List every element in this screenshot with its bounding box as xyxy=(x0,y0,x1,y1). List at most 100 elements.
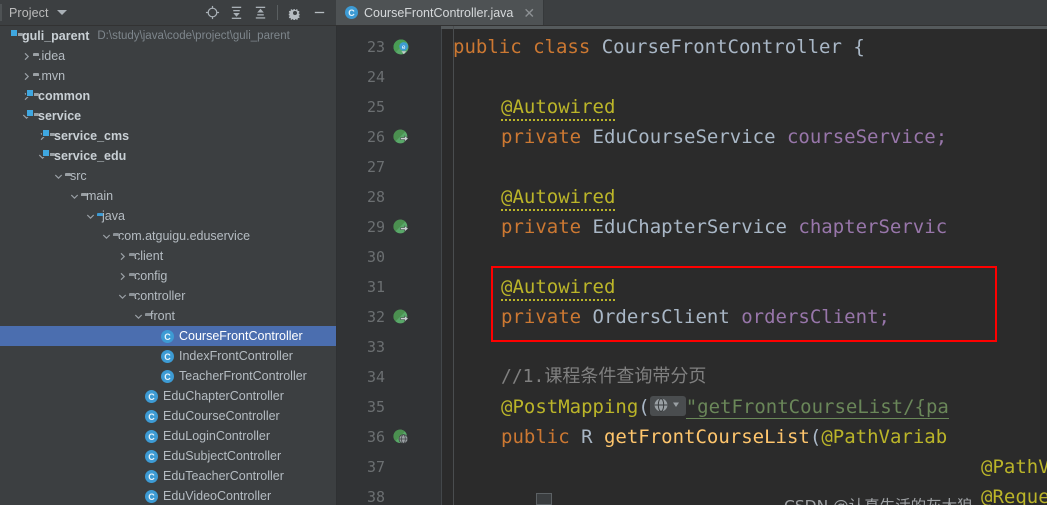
line-number: 32 xyxy=(366,308,385,326)
gutter-line-32[interactable]: 32 xyxy=(337,302,441,332)
gutter-line-29[interactable]: 29 xyxy=(337,212,441,242)
run-mapping-gutter-icon[interactable] xyxy=(392,428,410,446)
tree-item-controller[interactable]: controller xyxy=(0,286,336,306)
code-line-35: @PostMapping("getFrontCourseList/{pa xyxy=(501,392,949,422)
gutter-line-31[interactable]: 31 xyxy=(337,272,441,302)
code-fold-marker[interactable] xyxy=(536,493,552,505)
project-panel-title[interactable]: Project xyxy=(9,6,49,20)
tree-item-common[interactable]: common xyxy=(0,86,336,106)
run-class-gutter-icon[interactable]: e xyxy=(392,38,410,56)
tree-item-edusubjectcontroller[interactable]: C EduSubjectController xyxy=(0,446,336,466)
tree-item-coursefrontcontroller[interactable]: C CourseFrontController xyxy=(0,326,336,346)
tree-item-eduteachercontroller[interactable]: C EduTeacherController xyxy=(0,466,336,486)
chevron-down-icon[interactable] xyxy=(68,192,81,201)
tree-item-main[interactable]: main xyxy=(0,186,336,206)
locate-target-icon[interactable] xyxy=(201,2,223,24)
chevron-down-icon[interactable] xyxy=(132,312,145,321)
java-class-icon: C xyxy=(145,429,158,444)
code-field: ordersClient; xyxy=(741,306,890,328)
tree-item--idea[interactable]: .idea xyxy=(0,46,336,66)
tree-item-service[interactable]: service xyxy=(0,106,336,126)
settings-gear-icon[interactable] xyxy=(284,2,306,24)
gutter-empty xyxy=(392,158,410,176)
tree-item-config[interactable]: config xyxy=(0,266,336,286)
tree-item-front[interactable]: front xyxy=(0,306,336,326)
line-number: 29 xyxy=(366,218,385,236)
tree-item-indexfrontcontroller[interactable]: C IndexFrontController xyxy=(0,346,336,366)
gutter-line-37[interactable]: 37 xyxy=(337,452,441,482)
editor-tab-strip: C CourseFrontController.java ✕ xyxy=(336,0,1047,26)
chevron-down-icon[interactable] xyxy=(84,212,97,221)
tree-item-client[interactable]: client xyxy=(0,246,336,266)
bean-navigate-gutter-icon[interactable] xyxy=(392,308,410,326)
tree-item-service-edu[interactable]: service_edu xyxy=(0,146,336,166)
minimize-icon[interactable] xyxy=(308,2,330,24)
gutter-line-23[interactable]: 23 e xyxy=(337,32,441,62)
chevron-down-icon[interactable] xyxy=(52,172,65,181)
gutter-line-25[interactable]: 25 xyxy=(337,92,441,122)
chevron-right-icon[interactable] xyxy=(20,72,33,81)
gutter-line-30[interactable]: 30 xyxy=(337,242,441,272)
gutter-line-26[interactable]: 26 xyxy=(337,122,441,152)
code-content[interactable]: public class CourseFrontController { @Au… xyxy=(441,26,1047,505)
gutter-line-34[interactable]: 34 xyxy=(337,362,441,392)
line-number: 36 xyxy=(366,428,385,446)
tree-item-teacherfrontcontroller[interactable]: C TeacherFrontController xyxy=(0,366,336,386)
code-line-38: @RequestPa xyxy=(981,482,1047,505)
gutter-line-38[interactable]: 38 xyxy=(337,482,441,505)
tree-item-label: EduTeacherController xyxy=(163,469,284,483)
tree-item-java[interactable]: java xyxy=(0,206,336,226)
tree-item-service-cms[interactable]: service_cms xyxy=(0,126,336,146)
tree-item-label: main xyxy=(86,189,114,203)
web-endpoint-gutter-icon[interactable] xyxy=(649,395,686,416)
collapse-all-icon[interactable] xyxy=(249,2,271,24)
code-type: OrdersClient xyxy=(592,306,742,328)
expand-all-icon[interactable] xyxy=(225,2,247,24)
tree-item-label: EduCourseController xyxy=(163,409,280,423)
tree-item-educhaptercontroller[interactable]: C EduChapterController xyxy=(0,386,336,406)
close-icon[interactable]: ✕ xyxy=(523,6,535,20)
gutter-line-36[interactable]: 36 xyxy=(337,422,441,452)
intellij-idea-window: Project C CourseFrontController.java ✕ g… xyxy=(0,0,1047,505)
tree-item-label: .idea xyxy=(38,49,66,63)
gutter-line-35[interactable]: 35 xyxy=(337,392,441,422)
gutter-line-28[interactable]: 28 xyxy=(337,182,441,212)
tree-item-src[interactable]: src xyxy=(0,166,336,186)
java-class-icon: C xyxy=(161,349,174,364)
tree-item-label: service xyxy=(38,109,82,123)
code-line-36: public R getFrontCourseList(@PathVariab xyxy=(501,422,947,452)
tree-item-label: EduVideoController xyxy=(163,489,272,503)
tree-item-eduvideocontroller[interactable]: C EduVideoController xyxy=(0,486,336,505)
project-path-label: D:\study\java\code\project\guli_parent xyxy=(97,30,290,42)
gutter-line-27[interactable]: 27 xyxy=(337,152,441,182)
gutter-empty xyxy=(392,338,410,356)
gutter-line-33[interactable]: 33 xyxy=(337,332,441,362)
chevron-right-icon[interactable] xyxy=(116,252,129,261)
code-line-34: //1.课程条件查询带分页 xyxy=(501,362,706,392)
chevron-down-icon[interactable] xyxy=(100,232,113,241)
editor-gutter[interactable]: 23 e 24 25 26 27 28 29 30 31 32 33 34 35 36 37 38 xyxy=(337,26,442,505)
bean-navigate-gutter-icon[interactable] xyxy=(392,218,410,236)
editor-tab-coursefrontcontroller[interactable]: C CourseFrontController.java ✕ xyxy=(336,0,545,25)
project-tree[interactable]: guli_parent D:\study\java\code\project\gu… xyxy=(0,26,337,505)
chevron-right-icon[interactable] xyxy=(116,272,129,281)
chevron-down-icon[interactable] xyxy=(116,292,129,301)
java-class-icon: C xyxy=(145,489,158,504)
tree-item-edulogincontroller[interactable]: C EduLoginController xyxy=(0,426,336,446)
code-method-name: getFrontCourseList xyxy=(603,426,810,448)
code-line-25: @Autowired xyxy=(501,92,616,122)
gutter-empty xyxy=(392,458,410,476)
gutter-empty xyxy=(392,98,410,116)
tree-item-com-atguigu-eduservice[interactable]: com.atguigu.eduservice xyxy=(0,226,336,246)
code-annotation: @Autowired xyxy=(501,96,616,121)
line-number: 25 xyxy=(366,98,385,116)
gutter-line-24[interactable]: 24 xyxy=(337,62,441,92)
tree-item-guli-parent[interactable]: guli_parent D:\study\java\code\project\gu… xyxy=(0,26,336,46)
chevron-right-icon[interactable] xyxy=(20,52,33,61)
code-editor[interactable]: 23 e 24 25 26 27 28 29 30 31 32 33 34 35 36 37 38 public… xyxy=(337,26,1047,505)
tree-item--mvn[interactable]: .mvn xyxy=(0,66,336,86)
tree-item-label: java xyxy=(102,209,125,223)
chevron-down-icon[interactable] xyxy=(56,10,67,15)
bean-navigate-gutter-icon[interactable] xyxy=(392,128,410,146)
tree-item-educoursecontroller[interactable]: C EduCourseController xyxy=(0,406,336,426)
